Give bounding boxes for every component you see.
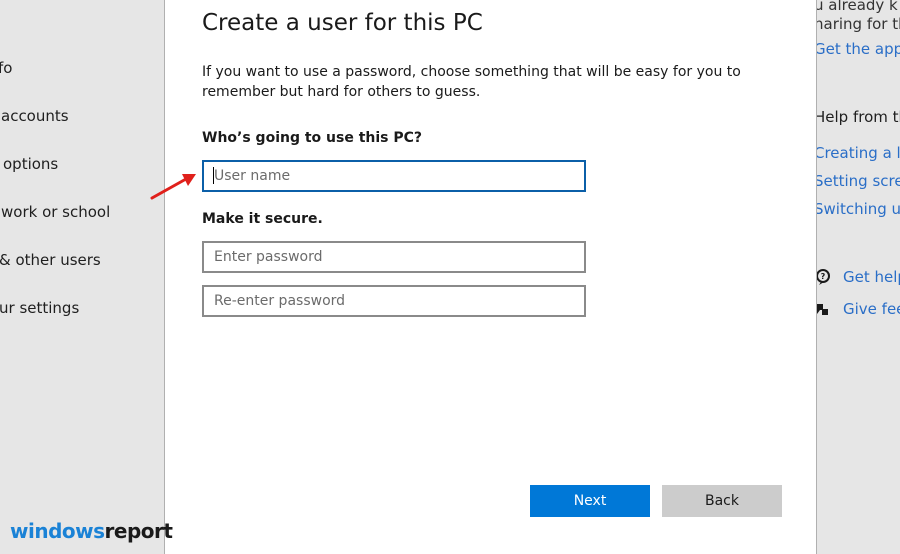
watermark-part-windows: windows: [10, 519, 105, 543]
dialog-description: If you want to use a password, choose so…: [202, 64, 741, 100]
feedback-icon: [817, 301, 831, 317]
related-settings-panel: u already k haring for th Get the app He…: [817, 0, 900, 554]
help-icon: ?: [817, 269, 831, 285]
give-feedback-label: Give feed: [843, 300, 900, 318]
sidebar-item-info[interactable]: fo: [0, 59, 12, 77]
panel-text-line-1: u already k: [817, 0, 898, 14]
secure-label: Make it secure.: [202, 211, 323, 227]
password-input[interactable]: [202, 241, 586, 273]
help-heading: Help from the: [817, 108, 900, 126]
username-input[interactable]: [202, 160, 586, 192]
panel-text-line-2: haring for th: [817, 15, 900, 33]
reenter-password-input[interactable]: [202, 285, 586, 317]
text-caret: [213, 167, 214, 184]
next-button[interactable]: Next: [530, 485, 650, 517]
get-the-app-link[interactable]: Get the app: [817, 40, 900, 58]
help-link-setting-screen[interactable]: Setting screen: [817, 172, 900, 190]
create-user-dialog: Create a user for this PC If you want to…: [164, 0, 817, 554]
red-arrow-icon: [148, 170, 200, 208]
help-link-creating-account[interactable]: Creating a loc: [817, 144, 900, 162]
settings-sidebar: fo accounts options work or school & oth…: [0, 0, 164, 554]
who-label: Who’s going to use this PC?: [202, 130, 423, 146]
back-button[interactable]: Back: [662, 485, 782, 517]
sidebar-item-sign-in-options[interactable]: options: [3, 155, 58, 173]
give-feedback-link[interactable]: Give feed: [817, 300, 900, 318]
get-help-link[interactable]: ? Get help: [817, 268, 900, 286]
help-link-switching-users[interactable]: Switching use: [817, 200, 900, 218]
watermark-part-report: report: [104, 519, 173, 543]
sidebar-item-email-accounts[interactable]: accounts: [1, 107, 69, 125]
svg-text:?: ?: [821, 272, 826, 281]
sidebar-item-sync-settings[interactable]: ur settings: [0, 299, 79, 317]
sidebar-item-family-other-users[interactable]: & other users: [0, 251, 101, 269]
windowsreport-watermark: windowsreport: [10, 519, 173, 543]
sidebar-item-work-or-school[interactable]: work or school: [1, 203, 110, 221]
dialog-title: Create a user for this PC: [202, 10, 483, 36]
get-help-label: Get help: [843, 268, 900, 286]
